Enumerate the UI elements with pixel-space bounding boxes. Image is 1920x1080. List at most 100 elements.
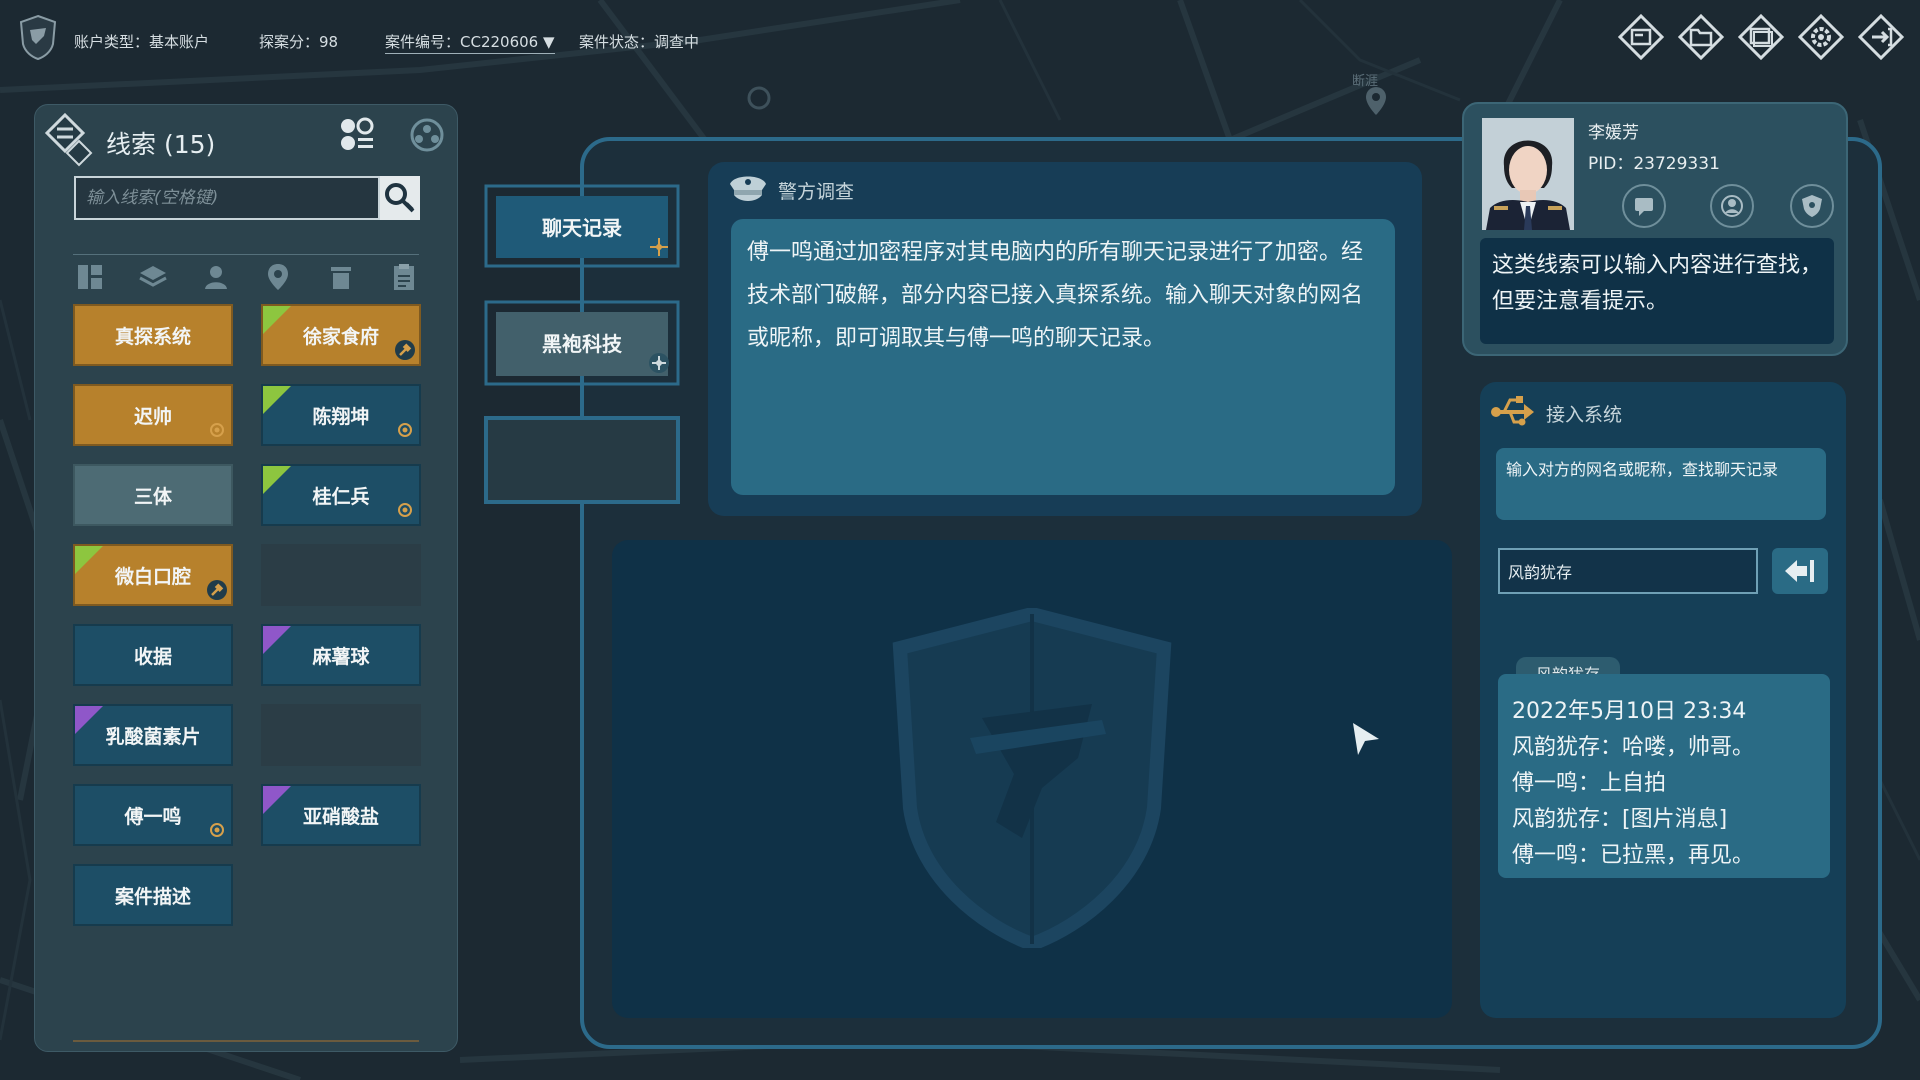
clue-label: 陈翔坤 xyxy=(312,405,370,428)
clue-flag-purple xyxy=(75,706,103,734)
submit-button[interactable] xyxy=(1772,548,1828,594)
clue-label: 案件描述 xyxy=(114,885,191,908)
eye-icon xyxy=(207,420,227,440)
clipboard-icon[interactable] xyxy=(389,261,419,293)
clue-flag-green xyxy=(75,546,103,574)
investigation-text: 傅一鸣通过加密程序对其电脑内的所有聊天记录进行了加密。经技术部门破解，部分内容已… xyxy=(731,219,1395,495)
clue-card[interactable]: 傅一鸣 xyxy=(73,784,233,846)
top-bar: 账户类型：基本账户 探案分：98 案件编号：CC220606 ▼ 案件状态：调查… xyxy=(0,0,1920,78)
message-button[interactable] xyxy=(1622,184,1666,228)
police-cap-icon xyxy=(730,176,766,201)
clue-flag-purple xyxy=(263,786,291,814)
score-text: 探案分：98 xyxy=(259,33,339,51)
tab-empty-slot[interactable] xyxy=(484,416,680,504)
officer-name: 李媛芳 xyxy=(1588,123,1639,143)
badge-button[interactable] xyxy=(1790,184,1834,228)
clue-panel-title: 线索 (15) xyxy=(106,130,216,159)
clue-label: 徐家食府 xyxy=(302,325,379,348)
settings-gear-icon[interactable] xyxy=(1796,12,1846,62)
person-icon[interactable] xyxy=(201,261,231,293)
access-description: 输入对方的网名或昵称，查找聊天记录 xyxy=(1496,448,1826,520)
access-system-title: 接入系统 xyxy=(1546,404,1623,426)
clue-search-button[interactable] xyxy=(380,176,420,220)
team-icon[interactable] xyxy=(409,117,445,153)
filter-divider xyxy=(73,254,419,255)
clue-panel: 线索 (15) 真探系统 徐家食府迟帅 陈翔坤三体 桂仁兵微白口腔收据 麻薯球乳酸菌素片… xyxy=(34,104,458,1052)
clue-label: 麻薯球 xyxy=(312,645,370,668)
clue-card[interactable]: 三体 xyxy=(73,464,233,526)
mouse-cursor-icon xyxy=(1353,723,1379,755)
grid-view-icon[interactable] xyxy=(339,117,375,153)
eye-icon xyxy=(395,420,415,440)
clue-slot-empty xyxy=(261,544,421,606)
clue-label: 桂仁兵 xyxy=(312,485,370,508)
chat-timestamp: 2022年5月10日 23:34 xyxy=(1512,699,1747,724)
profile-button[interactable] xyxy=(1710,184,1754,228)
hammer-icon xyxy=(207,580,227,600)
clue-card[interactable]: 陈翔坤 xyxy=(261,384,421,446)
case-id-text: 案件编号：CC220606 ▼ xyxy=(385,33,555,54)
category-icon[interactable] xyxy=(75,261,105,293)
clue-label: 迟帅 xyxy=(133,405,172,428)
chat-log: 2022年5月10日 23:34 风韵犹存：哈喽，帅哥。 傅一鸣：上自拍 风韵犹… xyxy=(1498,674,1830,878)
clue-card[interactable]: 案件描述 xyxy=(73,864,233,926)
clue-filter-bar xyxy=(69,257,425,297)
shield-icon xyxy=(1802,195,1822,217)
clue-card[interactable]: 收据 xyxy=(73,624,233,686)
network-icon xyxy=(649,353,669,373)
folder-icon[interactable] xyxy=(1676,12,1726,62)
clue-card[interactable]: 徐家食府 xyxy=(261,304,421,366)
clue-card[interactable]: 真探系统 xyxy=(73,304,233,366)
officer-pid: PID：23729331 xyxy=(1588,154,1720,174)
clue-label: 三体 xyxy=(133,485,172,508)
case-file-icon[interactable] xyxy=(1616,12,1666,62)
clue-label: 真探系统 xyxy=(114,325,191,348)
clue-label: 收据 xyxy=(133,645,172,668)
police-shield-logo-icon xyxy=(19,14,57,60)
clue-card[interactable]: 桂仁兵 xyxy=(261,464,421,526)
chat-message: 风韵犹存：[图片消息] xyxy=(1512,807,1728,832)
case-id-dropdown[interactable]: 案件编号：CC220606 ▼ xyxy=(385,31,555,54)
clue-label: 傅一鸣 xyxy=(124,805,182,828)
eye-icon xyxy=(395,500,415,520)
network-icon xyxy=(650,238,668,256)
access-system-panel: 接入系统 输入对方的网名或昵称，查找聊天记录 风韵犹存 2022年5月10日 2… xyxy=(1480,382,1846,1018)
clue-flag-green xyxy=(263,306,291,334)
clue-badge-icon xyxy=(44,112,93,167)
exit-icon[interactable] xyxy=(1856,12,1906,62)
police-investigation-panel: 警方调查 傅一鸣通过加密程序对其电脑内的所有聊天记录进行了加密。经技术部门破解，… xyxy=(708,162,1422,516)
detective-shield-emblem-icon xyxy=(892,608,1172,948)
investigation-title: 警方调查 xyxy=(778,181,855,203)
clue-flag-purple xyxy=(263,626,291,654)
search-icon xyxy=(385,183,415,213)
tab-heipao-tech[interactable]: 黑袍科技 xyxy=(484,300,680,386)
clue-card[interactable]: 乳酸菌素片 xyxy=(73,704,233,766)
assistant-profile-card: 李媛芳 PID：23729331 这类线索可以输入内容进行查找，但要注意看提示。 xyxy=(1462,102,1848,356)
usb-icon xyxy=(1491,396,1534,426)
tab-chat-records[interactable]: 聊天记录 xyxy=(484,184,680,268)
clue-card[interactable]: 微白口腔 xyxy=(73,544,233,606)
nickname-input[interactable] xyxy=(1500,550,1756,592)
eye-icon xyxy=(207,820,227,840)
clue-label: 乳酸菌素片 xyxy=(105,725,201,748)
officer-avatar xyxy=(1482,118,1574,230)
account-type-text: 账户类型：基本账户 xyxy=(74,33,210,51)
clue-card[interactable]: 麻薯球 xyxy=(261,624,421,686)
clue-card[interactable]: 迟帅 xyxy=(73,384,233,446)
user-circle-icon xyxy=(1721,195,1743,217)
hammer-icon xyxy=(395,340,415,360)
hint-text: 这类线索可以输入内容进行查找，但要注意看提示。 xyxy=(1480,238,1834,344)
chat-message: 傅一鸣：已拉黑，再见。 xyxy=(1512,843,1755,868)
nickname-field[interactable] xyxy=(1498,548,1758,594)
clue-label: 亚硝酸盐 xyxy=(302,805,379,828)
screen-icon[interactable] xyxy=(1736,12,1786,62)
layers-icon[interactable] xyxy=(138,261,168,293)
clue-search-field[interactable] xyxy=(74,176,380,220)
clue-card[interactable]: 亚硝酸盐 xyxy=(261,784,421,846)
clue-search-input[interactable] xyxy=(76,178,376,218)
clue-flag-green xyxy=(263,466,291,494)
bin-icon[interactable] xyxy=(326,261,356,293)
clue-label: 微白口腔 xyxy=(114,565,191,588)
location-icon[interactable] xyxy=(263,261,293,293)
evidence-viewer xyxy=(612,540,1452,1018)
